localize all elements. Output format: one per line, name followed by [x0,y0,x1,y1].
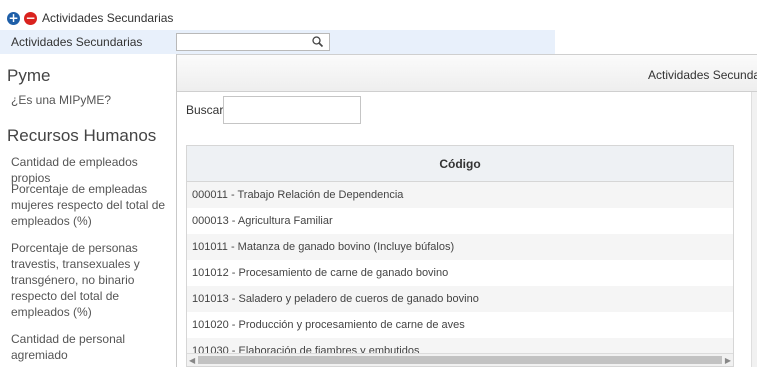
list-item[interactable]: 101011 - Matanza de ganado bovino (Inclu… [187,234,733,260]
list-item[interactable]: 101012 - Procesamiento de carne de ganad… [187,260,733,286]
toolbar: + − Actividades Secundarias [7,10,173,26]
scrollbar-thumb[interactable] [198,356,722,364]
list-item[interactable]: 000013 - Agricultura Familiar [187,208,733,234]
recursos-humanos-heading: Recursos Humanos [7,126,157,145]
field-label: Actividades Secundarias [11,35,143,49]
section-title: Actividades Secundarias [42,11,174,25]
actividades-dialog: Actividades Secundarias Buscar Código 00… [176,54,757,367]
search-icon[interactable] [311,35,325,49]
scroll-right-icon[interactable]: ▶ [725,356,731,365]
actividades-grid: Código 000011 - Trabajo Relación de Depe… [186,145,734,367]
actividades-field-row: Actividades Secundarias [0,30,555,54]
personal-agremiado-label: Cantidad de personal agremiado [11,332,126,362]
empleadas-mujeres-label: Porcentaje de empleadas mujeres respecto… [11,182,166,228]
actividades-input[interactable] [176,33,330,51]
dialog-title: Actividades Secundarias [648,68,757,82]
scroll-left-icon[interactable]: ◀ [189,356,195,365]
buscar-label: Buscar [186,103,224,117]
plus-circle-icon[interactable]: + [7,11,20,25]
pyme-heading: Pyme [7,66,51,85]
mipyme-label: ¿Es una MIPyME? [11,93,112,107]
buscar-input[interactable] [223,96,361,124]
list-item[interactable]: 000011 - Trabajo Relación de Dependencia [187,182,733,208]
vertical-scrollbar[interactable] [751,92,757,367]
list-item[interactable]: 101020 - Producción y procesamiento de c… [187,312,733,338]
personas-travestis-label: Porcentaje de personas travestis, transe… [11,241,140,319]
dialog-header: Actividades Secundarias [177,54,757,92]
horizontal-scrollbar[interactable]: ◀ ▶ [187,353,733,366]
list-item[interactable]: 101013 - Saladero y peladero de cueros d… [187,286,733,312]
column-header-codigo[interactable]: Código [187,146,733,182]
minus-circle-icon[interactable]: − [24,11,37,25]
